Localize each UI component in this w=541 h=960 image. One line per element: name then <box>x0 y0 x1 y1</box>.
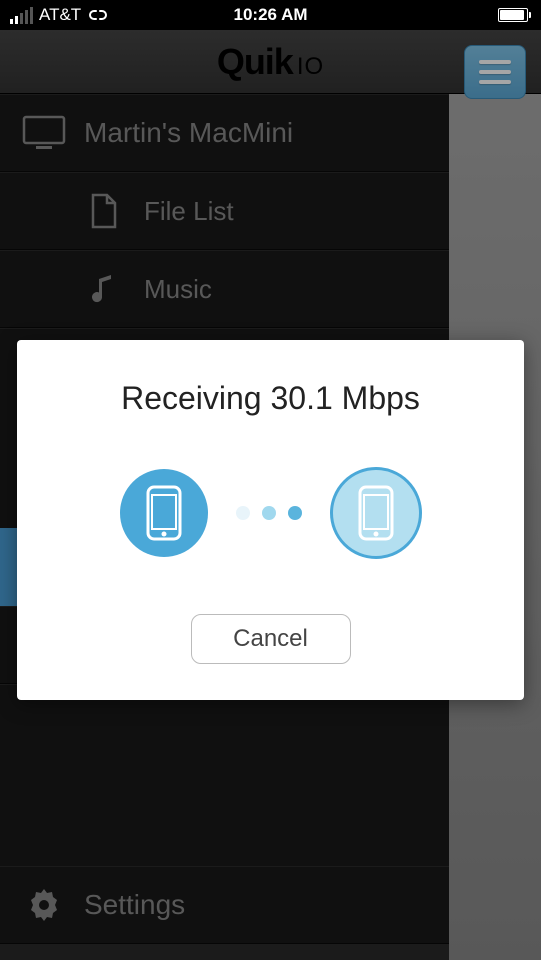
status-bar: AT&T 10:26 AM <box>0 0 541 30</box>
source-device-icon <box>120 469 208 557</box>
signal-strength-icon <box>10 7 33 24</box>
transfer-modal: Receiving 30.1 Mbps Cancel <box>17 340 524 700</box>
transfer-animation <box>47 467 494 559</box>
transfer-dots-icon <box>236 506 302 520</box>
status-time: 10:26 AM <box>233 5 307 25</box>
carrier-label: AT&T <box>39 5 81 25</box>
cancel-button[interactable]: Cancel <box>191 614 351 664</box>
app-container: QuikIO Martin's MacMini File List Music <box>0 30 541 960</box>
modal-title: Receiving 30.1 Mbps <box>47 380 494 417</box>
battery-icon <box>498 8 531 22</box>
personal-hotspot-icon <box>87 8 109 22</box>
target-device-icon <box>330 467 422 559</box>
status-left: AT&T <box>10 5 109 25</box>
